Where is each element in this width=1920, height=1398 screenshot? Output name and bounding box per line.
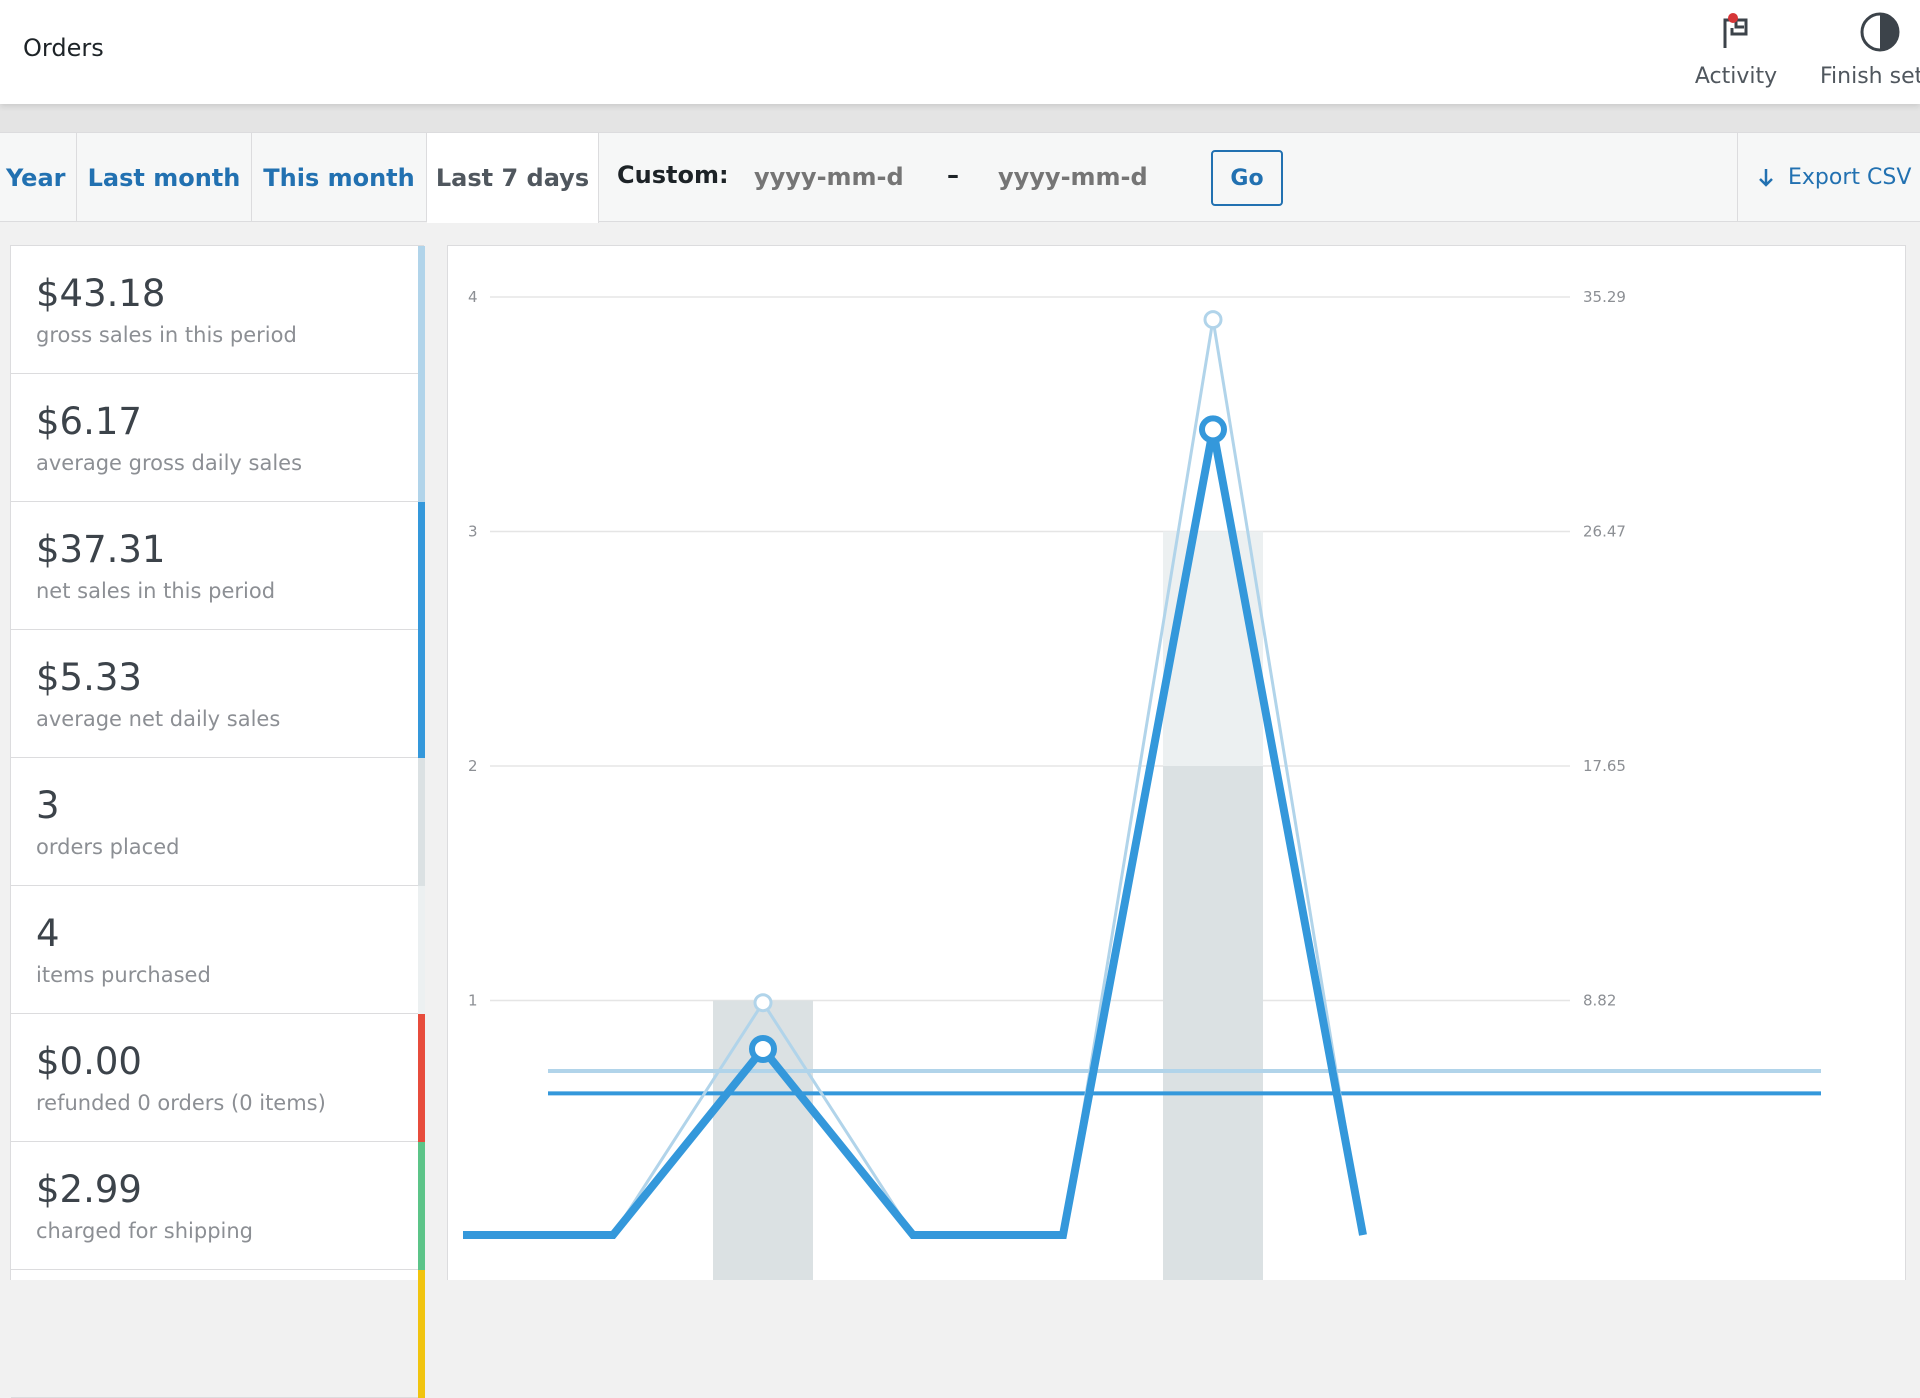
stat-amount: 3 <box>36 784 60 827</box>
flag-icon <box>1716 8 1756 56</box>
stat-refunded[interactable]: $0.00 refunded 0 orders (0 items) <box>11 1014 425 1142</box>
series-color-bar <box>418 1270 425 1398</box>
export-csv-label: Export CSV <box>1788 165 1912 190</box>
series-color-bar <box>418 886 425 1014</box>
go-button[interactable]: Go <box>1211 150 1283 206</box>
right-axis-tick: 35.29 <box>1583 288 1626 306</box>
date-separator: – <box>947 161 959 189</box>
stat-description: refunded 0 orders (0 items) <box>36 1091 326 1115</box>
download-arrow-icon <box>1758 167 1774 189</box>
tab-year[interactable]: Year <box>0 133 77 222</box>
sales-chart: 1 2 3 4 8.82 17.65 26.47 35.29 <box>447 245 1906 1280</box>
stat-orders-placed[interactable]: 3 orders placed <box>11 758 425 886</box>
left-axis-tick: 2 <box>468 757 478 775</box>
stat-average-net[interactable]: $5.33 average net daily sales <box>11 630 425 758</box>
data-point <box>753 993 773 1013</box>
right-axis-tick: 17.65 <box>1583 757 1626 775</box>
activity-button[interactable]: Activity <box>1686 8 1786 98</box>
data-point <box>749 1034 777 1063</box>
export-csv-link[interactable]: Export CSV <box>1737 133 1920 222</box>
date-from-input[interactable] <box>744 153 914 201</box>
stat-description: charged for shipping <box>36 1219 254 1243</box>
tab-last-month[interactable]: Last month <box>77 133 252 222</box>
stat-description: gross sales in this period <box>36 323 297 347</box>
tab-this-month[interactable]: This month <box>252 133 427 222</box>
series-color-bar <box>418 1014 425 1142</box>
stats-legend: $43.18 gross sales in this period $6.17 … <box>10 245 425 1398</box>
finish-setup-label: Finish setup <box>1820 64 1920 89</box>
series-color-bar <box>418 1142 425 1270</box>
stat-description: items purchased <box>36 963 211 987</box>
stat-amount: $43.18 <box>36 272 166 315</box>
series-color-bar <box>418 630 425 758</box>
stat-amount: 4 <box>36 912 60 955</box>
custom-range-label: Custom: <box>617 161 729 189</box>
stat-items-purchased[interactable]: 4 items purchased <box>11 886 425 1014</box>
activity-label: Activity <box>1694 64 1778 89</box>
right-axis-tick: 8.82 <box>1583 992 1616 1010</box>
series-color-bar <box>418 374 425 502</box>
chart-canvas: 1 2 3 4 8.82 17.65 26.47 35.29 <box>463 288 1821 1280</box>
stat-description: orders placed <box>36 835 180 859</box>
series-color-bar <box>418 246 425 374</box>
stat-amount: $5.33 <box>36 656 142 699</box>
left-axis-tick: 3 <box>468 523 478 541</box>
stat-amount: $37.31 <box>36 528 166 571</box>
half-circle-icon <box>1850 8 1910 56</box>
left-axis-tick: 4 <box>468 288 478 306</box>
top-header: Orders Activity Finish setup <box>0 0 1920 104</box>
header-divider <box>0 104 1920 132</box>
stat-average-gross[interactable]: $6.17 average gross daily sales <box>11 374 425 502</box>
left-axis-tick: 1 <box>468 992 478 1010</box>
series-color-bar <box>418 758 425 886</box>
stat-amount: $2.99 <box>36 1168 142 1211</box>
range-toolbar: Year Last month This month Last 7 days C… <box>0 132 1920 223</box>
stat-description: average gross daily sales <box>36 451 303 475</box>
stat-description: net sales in this period <box>36 579 276 603</box>
stat-amount: $0.00 <box>36 1040 142 1083</box>
tab-last-7-days[interactable]: Last 7 days <box>427 133 599 223</box>
stat-description: average net daily sales <box>36 707 281 731</box>
data-point <box>1203 310 1223 330</box>
stat-gross-sales[interactable]: $43.18 gross sales in this period <box>11 246 425 374</box>
page-title: Orders <box>23 34 104 62</box>
date-to-input[interactable] <box>988 153 1158 201</box>
stat-net-sales[interactable]: $37.31 net sales in this period <box>11 502 425 630</box>
right-axis-tick: 26.47 <box>1583 522 1626 540</box>
finish-setup-button[interactable]: Finish setup <box>1810 8 1920 98</box>
stat-shipping[interactable]: $2.99 charged for shipping <box>11 1142 425 1270</box>
stat-coupons[interactable] <box>11 1270 425 1398</box>
order-bar <box>1163 766 1263 1280</box>
series-color-bar <box>418 502 425 630</box>
stat-amount: $6.17 <box>36 400 142 443</box>
data-point <box>1199 415 1227 444</box>
